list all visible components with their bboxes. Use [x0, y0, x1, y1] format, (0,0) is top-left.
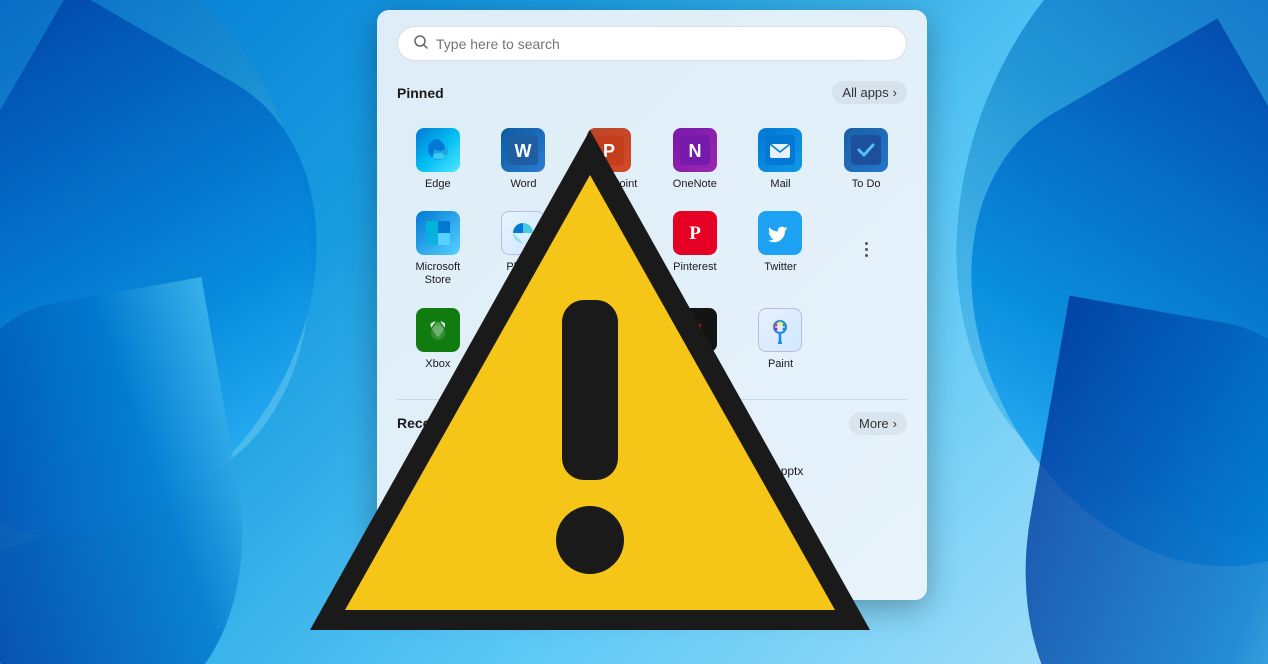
section-separator — [397, 399, 907, 400]
among-us-label: Among Us — [498, 358, 549, 371]
search-icon — [414, 35, 428, 52]
paint-label: Paint — [768, 358, 793, 371]
app-word[interactable]: W Word — [483, 120, 565, 199]
dot — [865, 248, 868, 251]
mail-icon — [758, 128, 802, 172]
rec-item-2-icon: P — [664, 459, 700, 495]
svg-text:W: W — [515, 141, 532, 161]
all-apps-button[interactable]: All apps › — [832, 81, 907, 104]
powerpoint-label: PowerPoint — [581, 178, 637, 191]
netflix-label: Netflix — [680, 358, 711, 371]
app-xbox[interactable]: Xbox — [397, 300, 479, 379]
dot — [865, 242, 868, 245]
rec-item-2-name: Presentation.pptx — [710, 464, 803, 478]
word-icon: W — [501, 128, 545, 172]
edge-label: Edge — [425, 178, 451, 191]
pinterest-label: Pinterest — [673, 261, 716, 274]
recommended-section-header: Recommended More › — [397, 412, 907, 435]
app-twitter[interactable]: Twitter — [740, 203, 822, 295]
edge-icon — [416, 128, 460, 172]
app-among-us[interactable]: Among Us — [483, 300, 565, 379]
more-button[interactable]: More › — [849, 412, 907, 435]
powerpoint-icon: P — [587, 128, 631, 172]
pinterest-icon: P — [673, 211, 717, 255]
mail-label: Mail — [770, 178, 790, 191]
pinned-section-header: Pinned All apps › — [397, 81, 907, 104]
todo-icon — [844, 128, 888, 172]
pinned-apps-grid: Edge W Word P PowerPoint — [397, 120, 907, 379]
recommended-section: Recommended More › Ps Adobe Photoshop Re… — [397, 412, 907, 503]
svg-text:P: P — [676, 469, 687, 488]
onenote-label: OneNote — [673, 178, 717, 191]
photos-icon — [501, 211, 545, 255]
app-photos[interactable]: Photos — [483, 203, 565, 295]
search-bar[interactable] — [397, 26, 907, 61]
recommended-label: Recommended — [397, 415, 497, 431]
todo-label: To Do — [852, 178, 881, 191]
store-label: Microsoft Store — [401, 261, 475, 287]
photos-label: Photos — [506, 261, 540, 274]
store-icon — [416, 211, 460, 255]
dot — [865, 254, 868, 257]
among-us-icon — [501, 308, 545, 352]
svg-text:P: P — [689, 223, 701, 244]
app-edge[interactable]: Edge — [397, 120, 479, 199]
app-powerpoint[interactable]: P PowerPoint — [568, 120, 650, 199]
search-input[interactable] — [436, 36, 890, 52]
twitter-icon — [758, 211, 802, 255]
svg-text:P: P — [603, 141, 615, 161]
word-label: Word — [510, 178, 536, 191]
svg-text:N: N — [688, 321, 702, 343]
rec-item-desc: Recently added — [451, 478, 546, 489]
svg-text:N: N — [688, 141, 701, 161]
rec-item-name: Adobe Photoshop — [451, 464, 546, 478]
app-todo[interactable]: To Do — [825, 120, 907, 199]
more-dots-button[interactable] — [825, 203, 907, 295]
recommended-grid: Ps Adobe Photoshop Recently added P Pres… — [397, 451, 907, 503]
app-onenote[interactable]: N OneNote — [654, 120, 736, 199]
xbox-label: Xbox — [425, 358, 450, 371]
recommended-item[interactable]: Ps Adobe Photoshop Recently added — [397, 451, 648, 503]
netflix-icon: N — [673, 308, 717, 352]
onenote-icon: N — [673, 128, 717, 172]
app-mail[interactable]: Mail — [740, 120, 822, 199]
paint-icon — [758, 308, 802, 352]
start-menu: Pinned All apps › — [377, 10, 927, 600]
rec-item-2-desc: Yesterday — [710, 478, 803, 489]
twitter-label: Twitter — [764, 261, 796, 274]
pinned-label: Pinned — [397, 85, 444, 101]
rec-item-2-text: Presentation.pptx Yesterday — [710, 464, 803, 489]
app-pinterest[interactable]: P Pinterest — [654, 203, 736, 295]
rec-item-icon: Ps — [405, 459, 441, 495]
app-paint[interactable]: Paint — [740, 300, 822, 379]
recommended-item-2[interactable]: P Presentation.pptx Yesterday — [656, 451, 907, 503]
rec-item-text: Adobe Photoshop Recently added — [451, 464, 546, 489]
app-netflix[interactable]: N Netflix — [654, 300, 736, 379]
xbox-icon — [416, 308, 460, 352]
app-store[interactable]: Microsoft Store — [397, 203, 479, 295]
svg-text:Ps: Ps — [413, 469, 434, 488]
